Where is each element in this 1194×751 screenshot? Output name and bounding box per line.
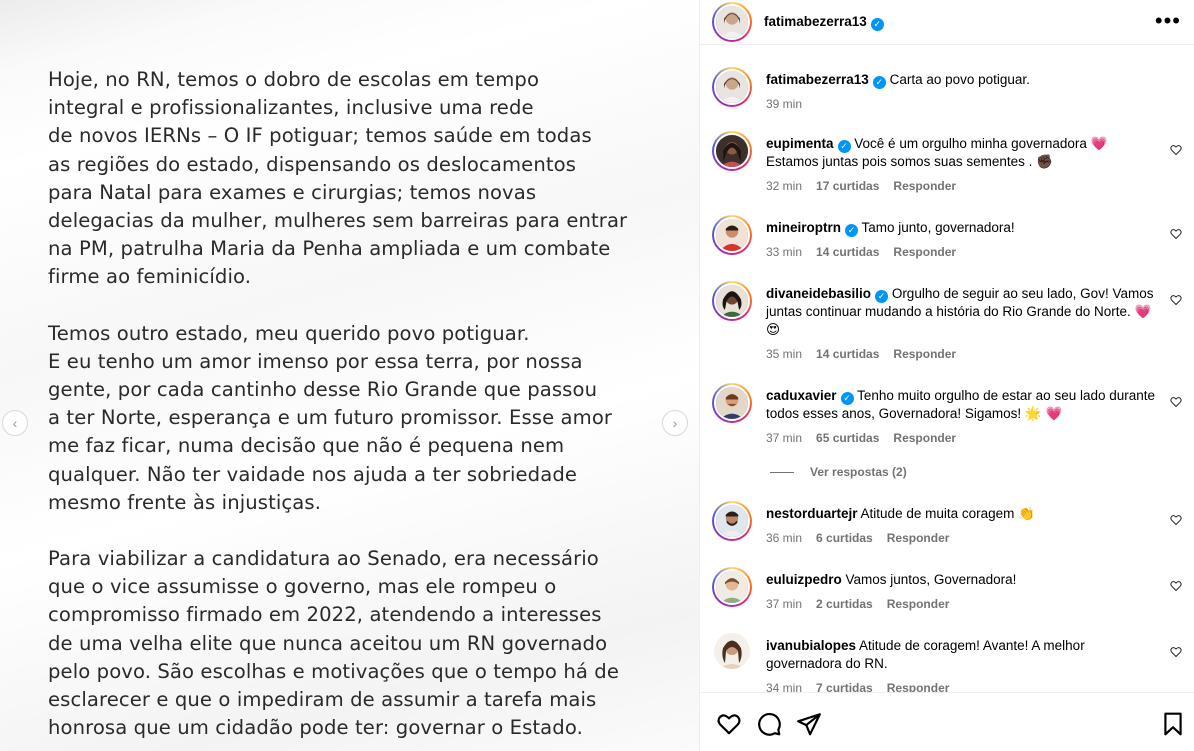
comment-username[interactable]: ivanubialopes xyxy=(766,638,856,653)
send-icon[interactable] xyxy=(796,711,822,737)
author-username-text: fatimabezerra13 xyxy=(764,13,867,29)
comment-username[interactable]: caduxavier xyxy=(766,388,837,403)
more-options-button[interactable]: ••• xyxy=(1155,10,1181,32)
author-avatar[interactable] xyxy=(712,2,752,42)
caption-time[interactable]: 39 min xyxy=(766,97,802,111)
comment-avatar[interactable] xyxy=(712,567,752,607)
like-comment-icon[interactable] xyxy=(1170,294,1182,306)
comment-likes[interactable]: 17 curtidas xyxy=(816,179,879,193)
comment-item: nestorduartejr Atitude de muita coragem … xyxy=(712,501,1182,545)
comment-likes[interactable]: 6 curtidas xyxy=(816,531,873,545)
reply-button[interactable]: Responder xyxy=(887,531,950,545)
comment-likes[interactable]: 65 curtidas xyxy=(816,431,879,445)
comment-username[interactable]: mineiroptrn xyxy=(766,220,841,235)
reply-button[interactable]: Responder xyxy=(887,681,950,692)
view-replies-button[interactable]: Ver respostas (2) xyxy=(770,465,907,479)
like-comment-icon[interactable] xyxy=(1170,646,1182,658)
comment-likes[interactable]: 14 curtidas xyxy=(816,245,879,259)
comment-username[interactable]: nestorduartejr xyxy=(766,506,858,521)
like-comment-icon[interactable] xyxy=(1170,580,1182,592)
comment-item: eupimenta ✓ Você é um orgulho minha gover… xyxy=(712,131,1182,193)
comment-username[interactable]: eupimenta xyxy=(766,136,834,151)
bookmark-icon[interactable] xyxy=(1160,711,1186,737)
caption-username[interactable]: fatimabezerra13 xyxy=(766,72,869,87)
chevron-left-icon: ‹ xyxy=(12,415,18,431)
comment-time[interactable]: 32 min xyxy=(766,179,802,193)
action-bar xyxy=(700,692,1194,751)
letter-paragraph-3: Para viabilizar a candidatura ao Senado,… xyxy=(48,547,619,740)
comment-username[interactable]: euluizpedro xyxy=(766,572,842,587)
comment-time[interactable]: 37 min xyxy=(766,431,802,445)
divider-line xyxy=(770,471,794,473)
caption-avatar[interactable] xyxy=(712,67,752,107)
post-image: Hoje, no RN, temos o dobro de escolas em… xyxy=(0,0,699,751)
verified-icon: ✓ xyxy=(840,392,854,405)
next-image-button[interactable]: › xyxy=(662,410,688,436)
like-comment-icon[interactable] xyxy=(1170,514,1182,526)
comment-time[interactable]: 35 min xyxy=(766,347,802,361)
verified-icon: ✓ xyxy=(845,224,859,237)
verified-icon: ✓ xyxy=(837,140,851,153)
comment-likes[interactable]: 14 curtidas xyxy=(816,347,879,361)
letter-text: Hoje, no RN, temos o dobro de escolas em… xyxy=(48,66,648,751)
comment-item: divaneidebasilio ✓ Orgulho de seguir ao s… xyxy=(712,281,1182,361)
prev-image-button[interactable]: ‹ xyxy=(2,410,28,436)
post-header: fatimabezerra13 ✓ ••• xyxy=(700,0,1194,44)
comment-item: caduxavier ✓ Tenho muito orgulho de estar… xyxy=(712,383,1182,445)
comment-time[interactable]: 36 min xyxy=(766,531,802,545)
verified-icon: ✓ xyxy=(872,76,886,89)
comment-avatar[interactable] xyxy=(712,215,752,255)
letter-paragraph-2: Temos outro estado, meu querido povo pot… xyxy=(48,321,613,514)
author-username[interactable]: fatimabezerra13 ✓ xyxy=(764,14,884,31)
comment-text: Vamos juntos, Governadora! xyxy=(845,572,1017,587)
letter-paragraph-1: Hoje, no RN, temos o dobro de escolas em… xyxy=(48,68,628,289)
like-comment-icon[interactable] xyxy=(1170,144,1182,156)
comment-time[interactable]: 34 min xyxy=(766,681,802,692)
comment-time[interactable]: 37 min xyxy=(766,597,802,611)
reply-button[interactable]: Responder xyxy=(893,431,956,445)
chevron-right-icon: › xyxy=(672,415,678,431)
like-comment-icon[interactable] xyxy=(1170,228,1182,240)
comment-avatar[interactable] xyxy=(712,501,752,541)
comment-likes[interactable]: 2 curtidas xyxy=(816,597,873,611)
caption-text: Carta ao povo potiguar. xyxy=(889,72,1030,87)
post-panel: fatimabezerra13 ✓ ••• fatimabezerra13 ✓ Ca… xyxy=(699,0,1194,751)
more-horizontal-icon: ••• xyxy=(1154,8,1181,33)
caption: fatimabezerra13 ✓ Carta ao povo potiguar.… xyxy=(712,67,1182,117)
reply-button[interactable]: Responder xyxy=(887,597,950,611)
comment-username[interactable]: divaneidebasilio xyxy=(766,286,871,301)
comment-avatar[interactable] xyxy=(712,131,752,171)
verified-icon: ✓ xyxy=(870,17,884,31)
reply-button[interactable]: Responder xyxy=(893,179,956,193)
comment-time[interactable]: 33 min xyxy=(766,245,802,259)
comment-avatar[interactable] xyxy=(714,633,750,669)
reply-button[interactable]: Responder xyxy=(893,245,956,259)
comment-item: ivanubialopes Atitude de coragem! Avante… xyxy=(712,633,1182,692)
heart-icon[interactable] xyxy=(716,711,742,737)
comment-text: Atitude de muita coragem 👏 xyxy=(860,506,1035,521)
like-comment-icon[interactable] xyxy=(1170,396,1182,408)
view-replies-label: Ver respostas (2) xyxy=(810,465,907,479)
comment-item: mineiroptrn ✓ Tamo junto, governadora! 33… xyxy=(712,215,1182,259)
comment-icon[interactable] xyxy=(756,711,782,737)
reply-button[interactable]: Responder xyxy=(893,347,956,361)
comment-likes[interactable]: 7 curtidas xyxy=(816,681,873,692)
comments-list[interactable]: fatimabezerra13 ✓ Carta ao povo potiguar.… xyxy=(700,44,1194,692)
comment-avatar[interactable] xyxy=(712,281,752,321)
verified-icon: ✓ xyxy=(875,290,889,303)
comment-avatar[interactable] xyxy=(712,383,752,423)
comment-text: Tamo junto, governadora! xyxy=(861,220,1015,235)
comment-item: euluizpedro Vamos juntos, Governadora! 3… xyxy=(712,567,1182,611)
